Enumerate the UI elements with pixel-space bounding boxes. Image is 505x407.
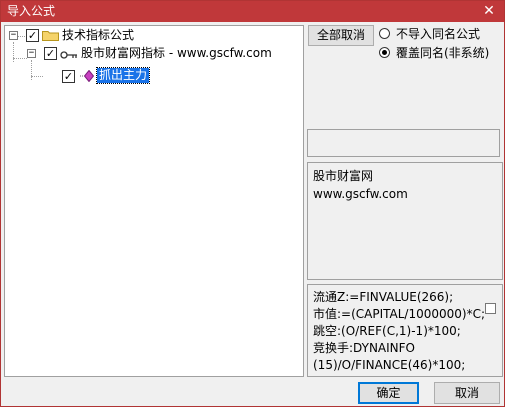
folder-icon <box>42 30 59 41</box>
tree-node-root[interactable]: 技术指标公式 <box>62 28 134 43</box>
tree-connector <box>13 42 14 62</box>
tree-node-group[interactable]: 股市财富网指标 - www.gscfw.com <box>81 46 272 61</box>
formula-line: (15)/O/FINANCE(46)*100; <box>313 358 466 372</box>
formula-code-box[interactable]: 流通Z:=FINVALUE(266); 市值:=(CAPITAL/1000000… <box>307 284 503 377</box>
radio-label: 不导入同名公式 <box>396 27 481 41</box>
gem-icon <box>80 69 95 83</box>
import-formula-dialog: 导入公式 ✕ − ✓ 技术指标公式 − ✓ 股市财富网指标 - www.gscf… <box>0 0 505 407</box>
checkbox-formula[interactable]: ✓ <box>62 70 75 83</box>
tree-connector <box>17 36 25 37</box>
ok-button[interactable]: 确定 <box>358 382 419 404</box>
deselect-all-button[interactable]: 全部取消 <box>308 25 374 46</box>
radio-label: 覆盖同名(非系统) <box>396 46 490 60</box>
formula-line: 流通Z:=FINVALUE(266); <box>313 290 454 304</box>
collapse-toggle[interactable]: − <box>9 31 18 40</box>
checkbox-root[interactable]: ✓ <box>26 29 39 42</box>
description-box: 股市财富网 www.gscfw.com <box>307 162 503 280</box>
cancel-button[interactable]: 取消 <box>434 382 500 404</box>
formula-line: 跳空:(O/REF(C,1)-1)*100; <box>313 324 461 338</box>
formula-tree[interactable]: − ✓ 技术指标公式 − ✓ 股市财富网指标 - www.gscfw.com ✓… <box>4 25 304 377</box>
tree-node-formula[interactable]: 抓出主力 <box>95 67 151 84</box>
radio-button[interactable] <box>379 47 390 58</box>
empty-field <box>307 129 500 157</box>
key-icon <box>60 49 78 59</box>
title-bar[interactable]: 导入公式 ✕ <box>1 1 504 22</box>
tree-connector <box>31 60 32 80</box>
tree-connector <box>13 58 27 59</box>
formula-checkbox[interactable] <box>485 303 496 314</box>
window-title: 导入公式 <box>7 4 56 18</box>
radio-button[interactable] <box>379 28 390 39</box>
description-line: www.gscfw.com <box>313 187 408 201</box>
tree-connector <box>31 76 43 77</box>
checkbox-group[interactable]: ✓ <box>44 47 57 60</box>
collapse-toggle[interactable]: − <box>27 49 36 58</box>
close-button[interactable]: ✕ <box>481 3 497 19</box>
description-line: 股市财富网 <box>313 169 374 183</box>
formula-line: 市值:=(CAPITAL/1000000)*C; <box>313 307 486 321</box>
formula-line: 竞换手:DYNAINFO <box>313 341 416 355</box>
